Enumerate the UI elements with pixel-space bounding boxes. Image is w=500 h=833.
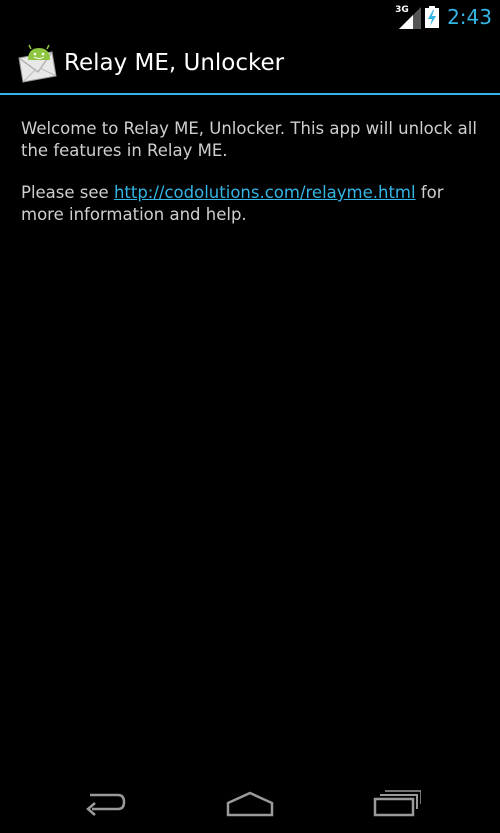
- app-title: Relay ME, Unlocker: [64, 50, 285, 76]
- battery-charging-icon: [425, 6, 440, 28]
- home-icon: [226, 791, 274, 817]
- home-button[interactable]: [220, 786, 280, 820]
- welcome-text: Welcome to Relay ME, Unlocker. This app …: [21, 119, 477, 160]
- status-icons: 3G 2:43: [395, 4, 492, 30]
- info-link[interactable]: http://codolutions.com/relayme.html: [114, 183, 416, 202]
- back-button[interactable]: [74, 786, 134, 820]
- info-text: Please see http://codolutions.com/relaym…: [21, 182, 481, 226]
- recent-apps-button[interactable]: [366, 786, 426, 820]
- clock: 2:43: [447, 5, 492, 29]
- back-icon: [86, 793, 126, 816]
- action-bar-divider: [0, 93, 500, 95]
- action-bar: Relay ME, Unlocker: [0, 33, 500, 93]
- recent-apps-icon: [373, 790, 421, 817]
- navigation-bar: [0, 772, 500, 833]
- cell-signal-icon: 3G: [395, 5, 422, 29]
- status-bar: 3G 2:43: [0, 0, 500, 33]
- relay-me-envelope-icon[interactable]: [16, 42, 58, 84]
- info-prefix: Please see: [21, 183, 114, 202]
- content-area: Welcome to Relay ME, Unlocker. This app …: [21, 118, 481, 246]
